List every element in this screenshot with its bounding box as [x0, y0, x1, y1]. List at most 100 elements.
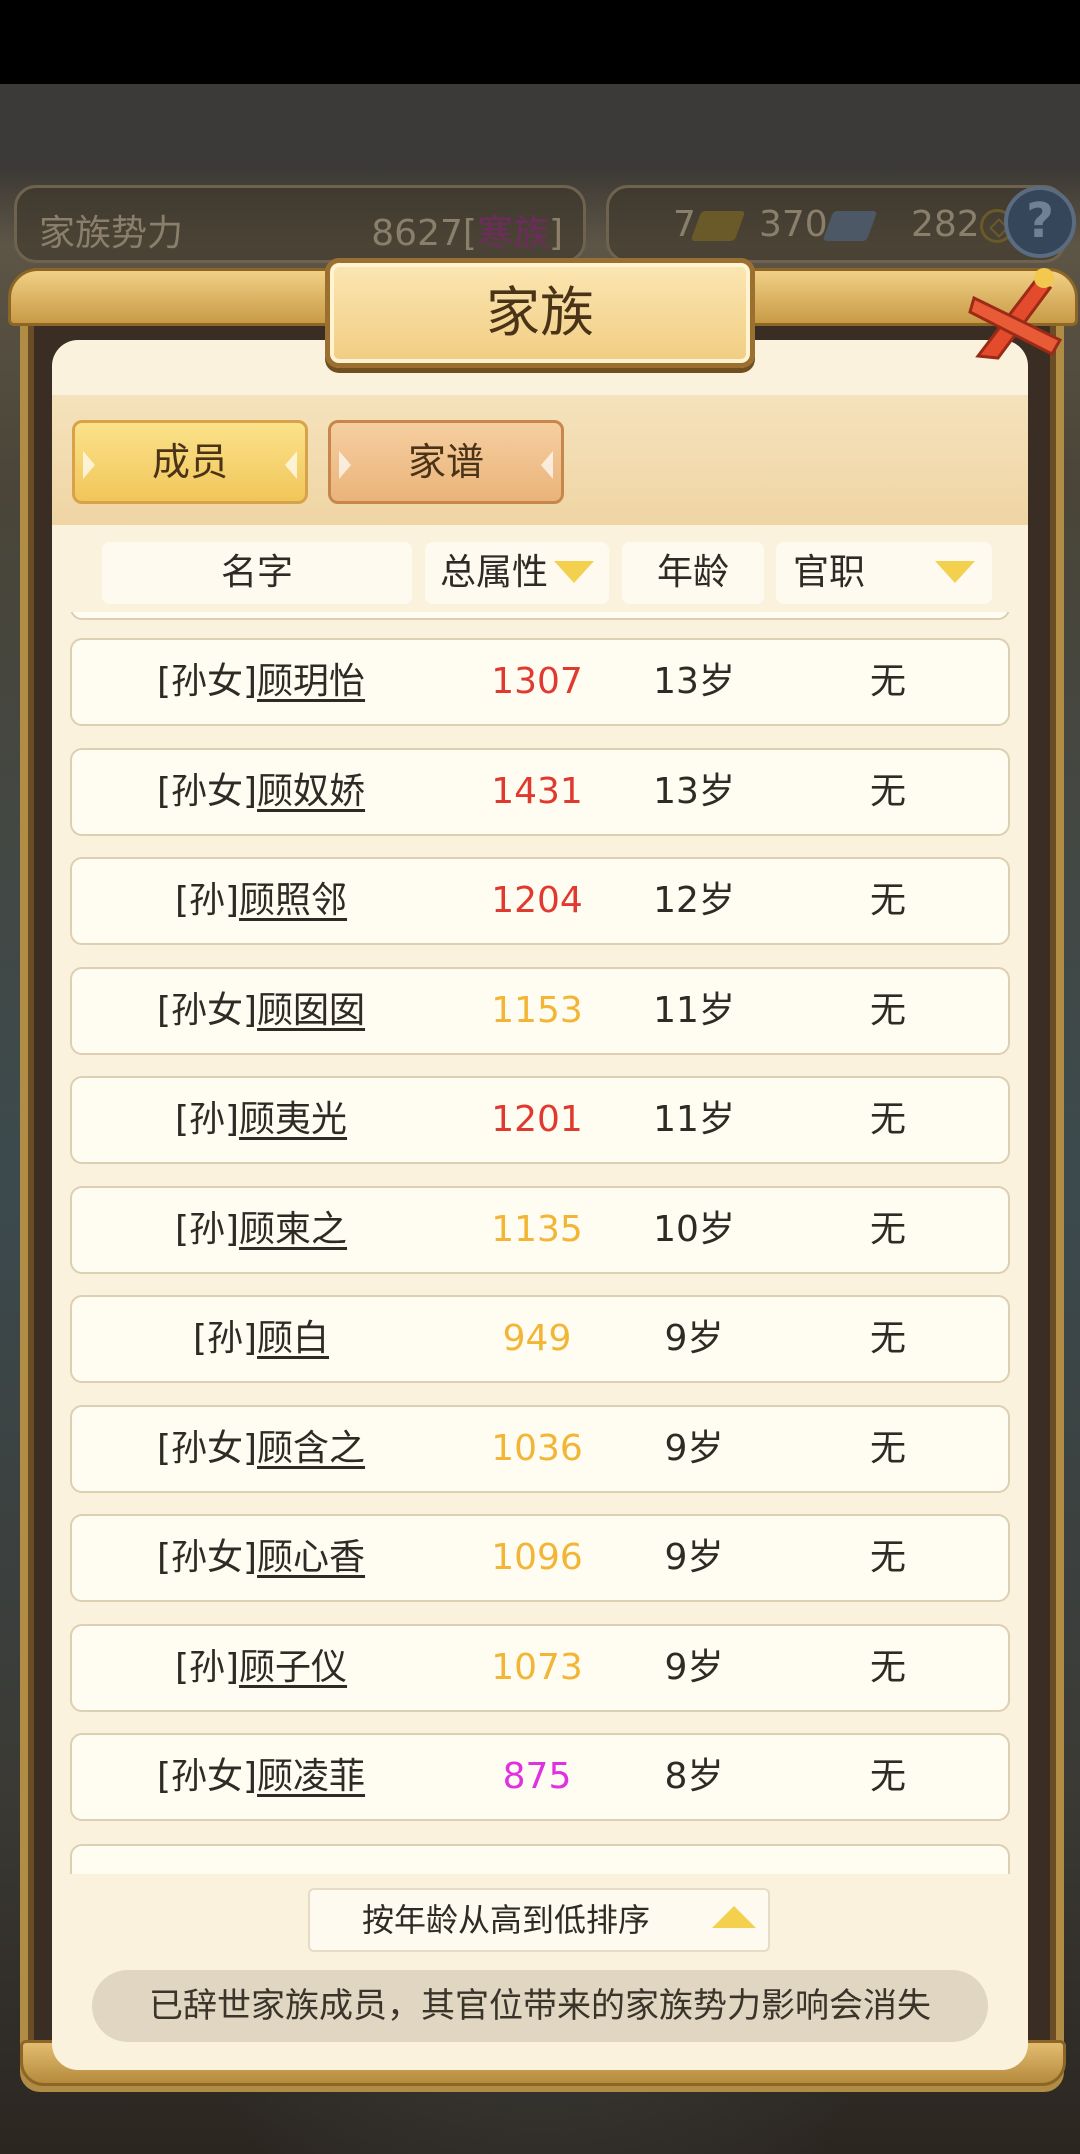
member-list[interactable]: [孙女]顾玥怡 1307 13岁无 [孙女]顾奴娇 1431 13岁无 [孙]顾照邻 1204… — [52, 612, 1028, 1874]
age-cell: 10岁 — [653, 1209, 735, 1250]
member-name-link[interactable]: 顾子仪 — [239, 1647, 347, 1688]
table-row[interactable]: [孙女]顾心香 1096 9岁 无 — [70, 1514, 1010, 1602]
office-cell: 无 — [869, 1537, 906, 1578]
relation-prefix: [孙] — [192, 1318, 258, 1359]
table-row[interactable]: [孙]顾夷光 1201 11岁 无 — [70, 1076, 1010, 1164]
total-attr-cell: 1307 — [491, 661, 583, 702]
member-name-cell[interactable]: [孙]顾夷光 — [72, 1078, 450, 1162]
notice-text: 已辞世家族成员，其官位带来的家族势力影响会消失 — [92, 1970, 988, 2042]
total-attr-cell: 1096 — [491, 1537, 583, 1578]
gold-ingot-icon — [690, 211, 746, 241]
member-name-cell[interactable]: [孙]顾子仪 — [72, 1626, 450, 1710]
age-cell: 9岁 — [664, 1647, 724, 1688]
age-cell: 11岁 — [653, 990, 735, 1031]
column-header-name[interactable]: 名字 — [102, 542, 412, 604]
office-cell: 无 — [869, 661, 906, 702]
office-cell: 无 — [869, 1756, 906, 1797]
table-row[interactable]: [孙]顾柬之 1135 10岁 无 — [70, 1186, 1010, 1274]
tab-genealogy[interactable]: 家谱 — [328, 420, 564, 504]
relation-prefix: [孙] — [174, 880, 240, 921]
close-button[interactable] — [958, 258, 1074, 374]
member-name-link[interactable]: 顾柬之 — [239, 1209, 347, 1250]
age-cell: 11岁 — [653, 1099, 735, 1140]
column-header-attr[interactable]: 总属性 — [425, 542, 609, 604]
member-name-link[interactable]: 顾夷光 — [239, 1099, 347, 1140]
age-cell: 8岁 — [664, 1756, 724, 1797]
filter-dropdown-icon — [935, 561, 975, 583]
family-power-bar: 家族势力 8627[寒族] — [14, 185, 586, 263]
relation-prefix: [孙女] — [156, 990, 258, 1031]
table-row[interactable]: [孙]顾白 949 9岁 无 — [70, 1295, 1010, 1383]
table-row[interactable]: [孙]顾照邻 1204 12岁 无 — [70, 857, 1010, 945]
member-name-link[interactable]: 顾奴娇 — [257, 771, 365, 812]
member-name-cell[interactable]: [孙女]顾囡囡 — [72, 969, 450, 1053]
office-cell: 无 — [869, 990, 906, 1031]
relation-prefix: [孙女] — [156, 1537, 258, 1578]
member-name-link[interactable]: 顾含之 — [257, 1428, 365, 1469]
member-name-cell[interactable]: [孙女]顾奴娇 — [72, 750, 450, 834]
dialog-title: 家族 — [486, 281, 594, 344]
gold-amount: 7 — [673, 204, 746, 245]
office-cell: 无 — [869, 1318, 906, 1359]
age-cell: 12岁 — [653, 880, 735, 921]
sort-order-button[interactable]: 按年龄从高到低排序 — [308, 1888, 770, 1952]
member-name-link[interactable]: 顾白 — [257, 1318, 329, 1359]
age-cell: 9岁 — [664, 1537, 724, 1578]
table-row[interactable]: [孙女]顾囡囡 1153 11岁 无 — [70, 967, 1010, 1055]
member-name-cell[interactable]: [孙]顾白 — [72, 1297, 450, 1381]
member-name-cell[interactable]: [孙女]顾玥怡 — [72, 640, 450, 724]
office-cell: 无 — [869, 1099, 906, 1140]
column-header-office-label: 官职 — [792, 552, 865, 593]
member-name-link[interactable]: 顾囡囡 — [257, 990, 365, 1031]
member-name-cell[interactable]: [孙]顾柬之 — [72, 1188, 450, 1272]
column-header-office[interactable]: 官职 — [776, 542, 992, 604]
office-cell: 无 — [869, 1647, 906, 1688]
coin-value: 282 — [911, 204, 980, 245]
member-name-link[interactable]: 顾照邻 — [239, 880, 347, 921]
dialog-title-plaque: 家族 — [325, 258, 755, 368]
sort-order-label: 按年龄从高到低排序 — [362, 1901, 651, 1939]
office-cell: 无 — [869, 1209, 906, 1250]
table-row[interactable]: [孙]顾子仪 1073 9岁 无 — [70, 1624, 1010, 1712]
member-name-cell[interactable]: [孙女]顾凌菲 — [72, 1735, 450, 1819]
total-attr-cell: 1431 — [491, 771, 583, 812]
total-attr-cell: 1204 — [491, 880, 583, 921]
tab-members[interactable]: 成员 — [72, 420, 308, 504]
table-row[interactable]: [孙女]顾凌菲 875 8岁 无 — [70, 1733, 1010, 1821]
top-strip — [0, 84, 1080, 168]
total-attr-cell: 1153 — [491, 990, 583, 1031]
office-cell: 无 — [869, 880, 906, 921]
member-name-link[interactable]: 顾玥怡 — [257, 661, 365, 702]
member-name-cell[interactable]: [孙女]顾含之 — [72, 1407, 450, 1491]
total-attr-cell: 875 — [502, 1756, 572, 1797]
family-rank-tag: 寒族 — [476, 213, 549, 254]
family-power-value: 8627[寒族] — [371, 213, 563, 254]
column-header-attr-label: 总属性 — [439, 552, 548, 593]
help-button[interactable]: ? — [1004, 186, 1076, 258]
sort-down-icon — [554, 561, 594, 583]
relation-prefix: [孙女] — [156, 1756, 258, 1797]
relation-prefix: [孙女] — [156, 1428, 258, 1469]
age-cell: 9岁 — [664, 1318, 724, 1359]
member-name-cell[interactable]: [孙女]顾心香 — [72, 1516, 450, 1600]
member-name-cell[interactable]: [孙]顾照邻 — [72, 859, 450, 943]
family-power-number: 8627 — [371, 213, 463, 254]
office-cell: 无 — [869, 1428, 906, 1469]
silver-amount: 370 — [759, 204, 878, 245]
total-attr-cell: 1073 — [491, 1647, 583, 1688]
silver-ingot-icon — [822, 211, 878, 241]
total-attr-cell: 949 — [502, 1318, 572, 1359]
relation-prefix: [孙女] — [156, 661, 258, 702]
silver-value: 370 — [759, 204, 828, 245]
relation-prefix: [孙] — [174, 1209, 240, 1250]
currency-bar: 7 370 282 — [606, 185, 1066, 263]
age-cell: 13岁 — [653, 661, 735, 702]
family-power-label: 家族势力 — [39, 213, 184, 254]
column-header-age[interactable]: 年龄 — [622, 542, 764, 604]
member-name-link[interactable]: 顾凌菲 — [257, 1756, 365, 1797]
table-row[interactable]: [孙女]顾奴娇 1431 13岁 无 — [70, 748, 1010, 836]
table-row[interactable]: [孙女]顾玥怡 1307 13岁 无 — [70, 638, 1010, 726]
member-name-link[interactable]: 顾心香 — [257, 1537, 365, 1578]
total-attr-cell: 1201 — [491, 1099, 583, 1140]
table-row[interactable]: [孙女]顾含之 1036 9岁 无 — [70, 1405, 1010, 1493]
